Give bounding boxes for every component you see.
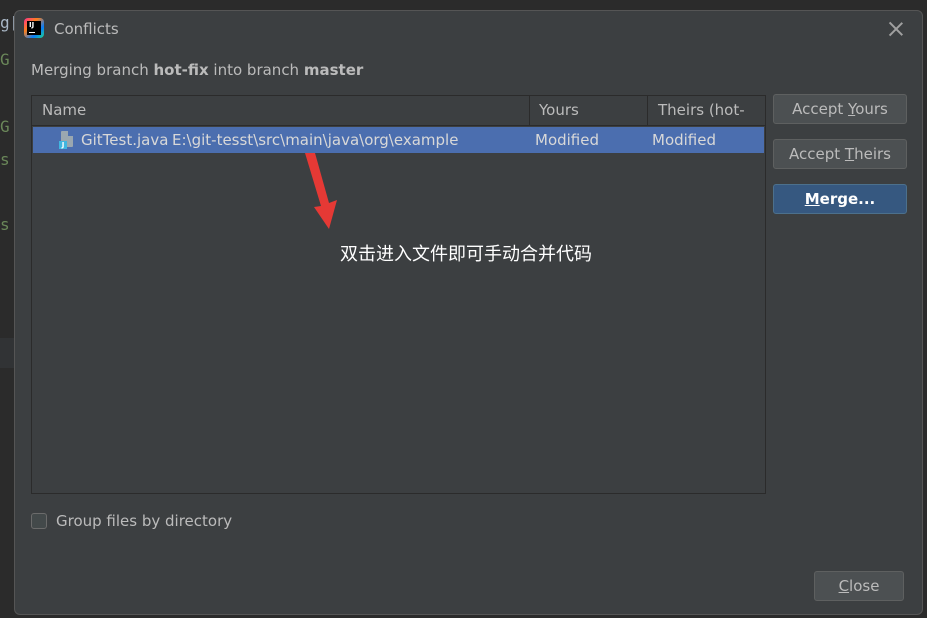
annotation-arrow-icon — [305, 153, 337, 229]
source-branch: hot-fix — [153, 61, 209, 79]
intellij-app-icon: IJ — [24, 18, 44, 38]
close-button[interactable]: Close — [814, 571, 904, 601]
editor-highlight-band — [0, 338, 14, 368]
accept-yours-button[interactable]: Accept Yours — [773, 94, 907, 124]
accept-yours-label-rest: ours — [855, 100, 888, 118]
close-mnemonic: C — [838, 577, 850, 595]
merge-description: Merging branch hot-fix into branch maste… — [31, 61, 363, 79]
editor-fragment: s — [0, 215, 10, 234]
editor-fragment: G — [0, 50, 10, 69]
annotation-text: 双击进入文件即可手动合并代码 — [340, 244, 592, 265]
editor-fragment: s — [0, 150, 10, 169]
accept-theirs-label: Accept — [789, 145, 845, 163]
conflicts-dialog: IJ Conflicts Merging branch hot-fix into… — [14, 10, 923, 615]
accept-yours-label: Accept — [792, 100, 849, 118]
dialog-title: Conflicts — [54, 20, 119, 38]
merge-button[interactable]: Merge... — [773, 184, 907, 214]
merge-description-middle: into branch — [208, 61, 304, 79]
close-icon[interactable] — [886, 19, 906, 39]
dialog-titlebar: IJ Conflicts — [15, 11, 922, 47]
close-label-rest: lose — [849, 577, 880, 595]
conflicts-table: Name Yours (master) Theirs (hot-fix) J G… — [31, 95, 766, 494]
accept-theirs-label-rest: heirs — [854, 145, 891, 163]
accept-theirs-mnemonic: T — [844, 145, 855, 163]
merge-label-rest: erge... — [819, 190, 876, 208]
editor-fragment: G — [0, 117, 10, 136]
merge-mnemonic: M — [804, 190, 820, 208]
group-by-directory-checkbox[interactable] — [31, 513, 47, 529]
accept-theirs-button[interactable]: Accept Theirs — [773, 139, 907, 169]
target-branch: master — [303, 61, 364, 79]
background-editor: g[ G G s s — [0, 0, 19, 618]
merge-description-prefix: Merging branch — [31, 61, 154, 79]
group-by-directory-label[interactable]: Group files by directory — [56, 512, 232, 530]
